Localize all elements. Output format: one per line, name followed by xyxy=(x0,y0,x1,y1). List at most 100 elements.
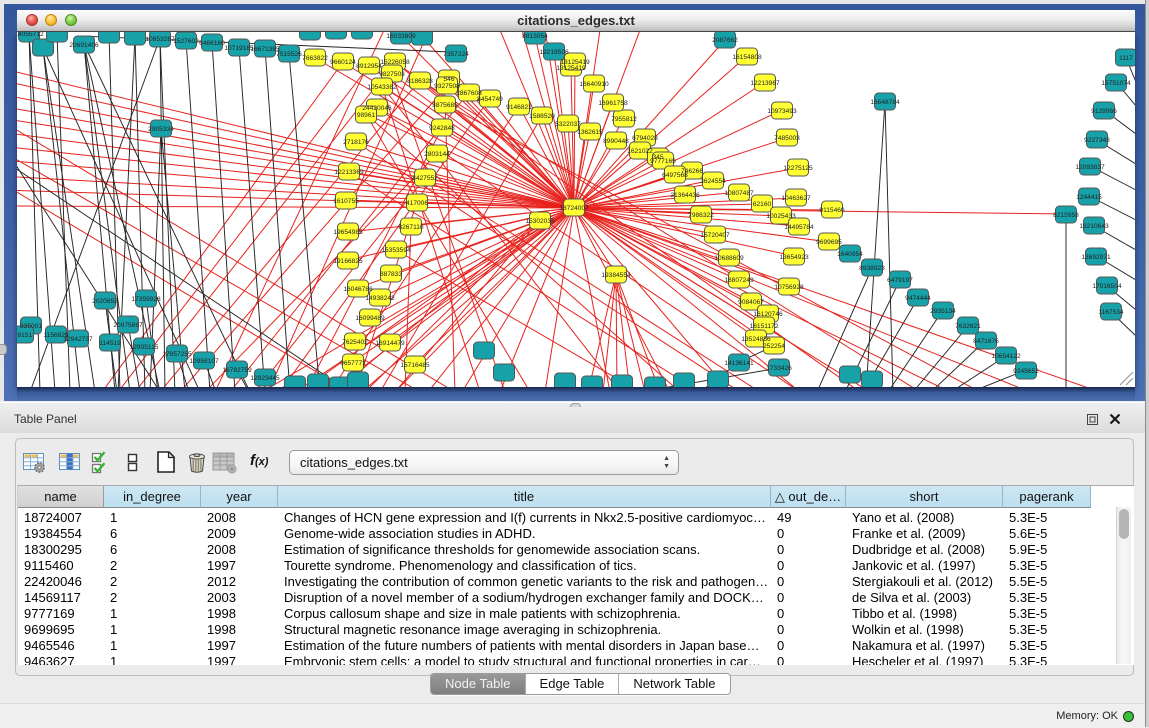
svg-text:16120746: 16120746 xyxy=(753,311,783,318)
svg-text:3624554: 3624554 xyxy=(700,178,726,185)
svg-text:24420046: 24420046 xyxy=(362,105,392,112)
svg-text:8186328: 8186328 xyxy=(407,78,433,85)
svg-text:5322037: 5322037 xyxy=(555,121,581,128)
svg-text:10654122: 10654122 xyxy=(991,353,1021,360)
svg-text:252254: 252254 xyxy=(763,343,785,350)
svg-text:8938923: 8938923 xyxy=(859,265,885,272)
svg-text:9657771: 9657771 xyxy=(340,360,366,367)
svg-text:16154808: 16154808 xyxy=(732,54,762,61)
svg-text:14495784: 14495784 xyxy=(784,224,814,231)
svg-text:6794028: 6794028 xyxy=(632,135,658,142)
svg-text:15720407: 15720407 xyxy=(700,232,730,239)
svg-text:12093837: 12093837 xyxy=(1075,164,1105,171)
svg-text:9474444: 9474444 xyxy=(905,295,931,302)
svg-text:17957255: 17957255 xyxy=(162,351,192,358)
svg-text:9777169: 9777169 xyxy=(650,158,676,165)
svg-text:12275125: 12275125 xyxy=(783,165,813,172)
svg-text:8215958: 8215958 xyxy=(1053,212,1079,219)
svg-text:19166825: 19166825 xyxy=(333,258,363,265)
svg-text:417006: 417006 xyxy=(406,200,428,207)
svg-text:1621022: 1621022 xyxy=(627,148,653,155)
svg-text:835001: 835001 xyxy=(20,323,42,330)
svg-text:1362615: 1362615 xyxy=(577,129,603,136)
svg-text:10973493: 10973493 xyxy=(767,108,797,115)
svg-text:18724007: 18724007 xyxy=(559,205,589,212)
svg-text:8912954: 8912954 xyxy=(356,63,382,70)
svg-text:1527602: 1527602 xyxy=(173,38,199,45)
svg-text:14938242: 14938242 xyxy=(365,295,395,302)
svg-text:7625402: 7625402 xyxy=(342,339,368,346)
svg-text:98961: 98961 xyxy=(357,112,376,119)
svg-text:7515526: 7515526 xyxy=(276,51,302,58)
svg-text:12942737: 12942737 xyxy=(63,336,93,343)
svg-text:13524856: 13524856 xyxy=(741,336,771,343)
svg-text:7632621: 7632621 xyxy=(955,323,981,330)
svg-text:16640910: 16640910 xyxy=(579,81,609,88)
svg-text:9827503: 9827503 xyxy=(379,71,405,78)
svg-text:10543382: 10543382 xyxy=(367,84,397,91)
svg-text:21364436: 21364436 xyxy=(670,192,700,199)
svg-text:16648784: 16648784 xyxy=(870,99,900,106)
svg-text:1167534: 1167534 xyxy=(1098,309,1124,316)
svg-text:2020653: 2020653 xyxy=(92,298,118,305)
svg-text:8454749: 8454749 xyxy=(477,96,503,103)
svg-text:17016504: 17016504 xyxy=(1092,283,1122,290)
svg-text:13654923: 13654923 xyxy=(779,254,809,261)
svg-text:7955812: 7955812 xyxy=(611,116,637,123)
svg-text:16099489: 16099489 xyxy=(355,315,385,322)
svg-text:16961758: 16961758 xyxy=(598,100,628,107)
svg-text:17359928: 17359928 xyxy=(131,296,161,303)
svg-text:13125419: 13125419 xyxy=(556,65,586,72)
svg-text:15353594: 15353594 xyxy=(381,247,411,254)
svg-text:15716485: 15716485 xyxy=(400,362,430,369)
svg-text:8267110: 8267110 xyxy=(398,224,424,231)
svg-text:12213967: 12213967 xyxy=(750,80,780,87)
svg-text:20975867: 20975867 xyxy=(113,322,143,329)
svg-text:9146821: 9146821 xyxy=(506,104,532,111)
svg-text:1640954: 1640954 xyxy=(837,251,863,258)
svg-text:12923445: 12923445 xyxy=(250,375,280,382)
svg-text:8427552: 8427552 xyxy=(412,175,438,182)
svg-text:2803144: 2803144 xyxy=(424,151,450,158)
svg-text:6466160: 6466160 xyxy=(199,40,225,47)
svg-text:9660124: 9660124 xyxy=(330,59,356,66)
svg-text:7986322: 7986322 xyxy=(688,212,714,219)
svg-text:16782759: 16782759 xyxy=(222,367,252,374)
svg-text:10807487: 10807487 xyxy=(724,190,754,197)
svg-text:887833: 887833 xyxy=(380,271,402,278)
svg-text:3875685: 3875685 xyxy=(432,102,458,109)
svg-text:2718176: 2718176 xyxy=(343,139,369,146)
svg-text:10756928: 10756928 xyxy=(774,284,804,291)
svg-text:18807249: 18807249 xyxy=(724,277,754,284)
svg-text:10463627: 10463627 xyxy=(781,195,811,202)
svg-text:6479197: 6479197 xyxy=(887,277,913,284)
svg-text:1733426: 1733426 xyxy=(766,365,792,372)
svg-text:62160: 62160 xyxy=(753,201,772,208)
svg-text:8813054: 8813054 xyxy=(522,33,548,40)
svg-text:12213369: 12213369 xyxy=(334,169,364,176)
svg-text:9084067: 9084067 xyxy=(738,299,764,306)
svg-text:15226058: 15226058 xyxy=(380,59,410,66)
svg-text:2087662: 2087662 xyxy=(712,37,738,44)
svg-text:39151: 39151 xyxy=(17,332,32,339)
svg-text:16033809: 16033809 xyxy=(386,33,416,40)
svg-text:20691406: 20691406 xyxy=(69,42,99,49)
svg-text:9227343: 9227343 xyxy=(1084,137,1110,144)
svg-text:8471676: 8471676 xyxy=(973,338,999,345)
svg-text:114519: 114519 xyxy=(99,340,121,347)
svg-text:9699695: 9699695 xyxy=(816,239,842,246)
svg-text:16210643: 16210643 xyxy=(1079,223,1109,230)
svg-text:1117: 1117 xyxy=(1119,55,1133,62)
svg-text:9129966: 9129966 xyxy=(1091,108,1117,115)
svg-text:9242848: 9242848 xyxy=(429,125,455,132)
svg-text:12905115: 12905115 xyxy=(130,344,159,351)
svg-text:15302035: 15302035 xyxy=(525,218,555,225)
svg-text:9245652: 9245652 xyxy=(1013,368,1039,375)
svg-text:10958107: 10958107 xyxy=(189,358,219,365)
svg-text:8990448: 8990448 xyxy=(603,138,629,145)
svg-text:16914479: 16914479 xyxy=(375,340,405,347)
svg-text:7357224: 7357224 xyxy=(443,51,469,58)
svg-text:10688609: 10688609 xyxy=(714,255,744,262)
svg-text:19218506: 19218506 xyxy=(539,49,569,56)
svg-text:18125419: 18125419 xyxy=(560,59,590,66)
